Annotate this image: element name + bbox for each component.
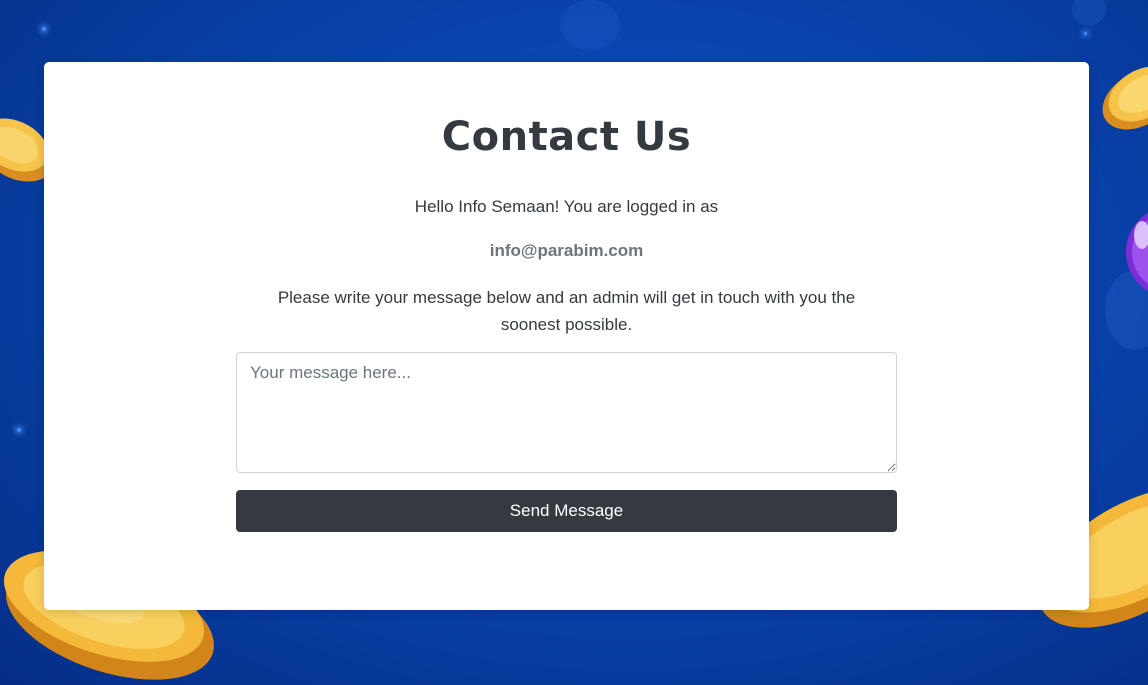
instructions-text: Please write your message below and an a… [277, 288, 856, 334]
sparkle [42, 27, 46, 31]
login-greeting-text: Hello Info Semaan! You are logged in as [414, 197, 719, 216]
gold-coin-image [1102, 66, 1148, 130]
send-message-button[interactable]: Send Message [236, 490, 897, 532]
message-textarea[interactable] [236, 352, 897, 473]
sparkle [17, 428, 21, 432]
sparkle [1084, 32, 1087, 35]
bokeh-light [1072, 0, 1106, 26]
user-email: info@parabim.com [489, 241, 644, 260]
bokeh-light [560, 0, 620, 50]
contact-card: Contact Us Hello Info Semaan! You are lo… [44, 62, 1089, 610]
page-title: Contact Us [441, 114, 692, 160]
purple-ball-image [1126, 212, 1148, 292]
